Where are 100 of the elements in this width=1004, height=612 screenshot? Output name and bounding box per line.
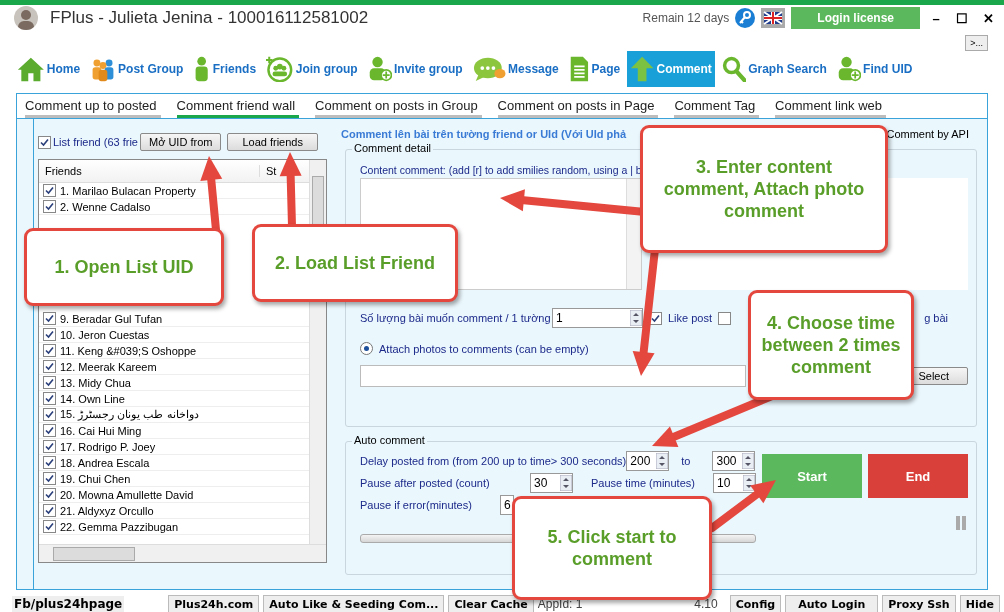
more-button[interactable]: >... [965, 35, 988, 51]
nav-tab[interactable]: Graph Search [718, 51, 830, 87]
checkbox[interactable] [43, 184, 56, 197]
scrollbar[interactable] [39, 544, 326, 562]
nav-tab[interactable]: Find UID [833, 51, 916, 87]
version: 4.10 [694, 597, 718, 611]
step-tooltip: 3. Enter content comment, Attach photo comment [640, 125, 888, 253]
attach-label: Attach photos to comments (can be empty) [379, 342, 589, 355]
checkbox[interactable] [43, 472, 56, 485]
friend-name: 18. Andrea Escala [59, 456, 150, 469]
friend-name: 11. Keng &#039;S Oshoppe [59, 344, 197, 357]
person-icon [193, 56, 211, 82]
checkbox[interactable] [43, 504, 56, 517]
spin-arrows-icon[interactable] [743, 475, 755, 491]
checkbox[interactable] [43, 408, 56, 421]
pause-after-label: Pause after posted (count) [360, 477, 491, 489]
checkbox[interactable] [43, 328, 56, 341]
checkbox[interactable] [43, 424, 56, 437]
friend-name: 1. Marilao Bulacan Property [59, 184, 196, 197]
checkbox[interactable] [43, 376, 56, 389]
checkbox[interactable] [43, 440, 56, 453]
nav-tab[interactable]: Post Group [87, 51, 187, 87]
checkbox[interactable] [38, 135, 51, 149]
status-button[interactable]: Clear Cache [448, 594, 534, 612]
status-button[interactable]: Auto Like & Seeding Com... [263, 594, 445, 612]
window-control[interactable]: ✕ [978, 10, 998, 26]
checkbox[interactable] [43, 456, 56, 469]
file-path-field[interactable] [360, 365, 746, 387]
remain-days: Remain 12 days [642, 11, 730, 25]
friend-name: 15. دواخانه طب یونان رجسٹرڑ [59, 408, 199, 421]
nav-tab[interactable]: Message [469, 51, 562, 87]
number-field[interactable]: 6 [500, 495, 514, 515]
step-tooltip: 2. Load List Friend [252, 224, 458, 302]
checkbox[interactable] [43, 312, 56, 325]
spin-arrows-icon[interactable] [656, 453, 669, 469]
avatar [14, 6, 38, 30]
checkbox[interactable] [43, 360, 56, 373]
step-tooltip: 1. Open List UID [24, 228, 224, 306]
friend-name: 17. Rodrigo P. Joey [59, 440, 156, 453]
friend-name: 21. Aldyxyz Orcullo [59, 504, 154, 517]
friend-name: 10. Jeron Cuestas [59, 328, 150, 341]
nav-tab[interactable]: Join group [263, 51, 361, 87]
checkbox[interactable] [43, 344, 56, 357]
checkbox[interactable] [43, 200, 56, 213]
status-button[interactable]: Plus24h.com [168, 594, 260, 612]
window-control[interactable]: – [926, 10, 946, 26]
house-icon [17, 56, 45, 82]
option-label: g bài [924, 312, 948, 324]
friend-name: 22. Gemma Pazzibugan [59, 520, 178, 533]
status-button[interactable]: Proxy Ssh [882, 594, 956, 612]
document-icon [568, 56, 590, 82]
status-button[interactable]: Config [729, 594, 782, 612]
load-friends-button[interactable]: Load friends [227, 133, 318, 151]
friend-name: 20. Mowna Amullette David [59, 488, 194, 501]
pause-time-label: Pause time (minutes) [591, 477, 696, 489]
radio-button[interactable] [360, 342, 373, 355]
friend-name: 12. Meerak Kareem [59, 360, 157, 373]
friend-name: 19. Chui Chen [59, 472, 131, 485]
up-arrow-icon [630, 56, 655, 82]
step-tooltip: 5. Click start to comment [512, 496, 712, 600]
nav-tab[interactable]: Invite group [364, 51, 466, 87]
checkbox[interactable] [43, 488, 56, 501]
status-button[interactable]: Auto Login [785, 594, 879, 612]
delay-label: Delay posted from (from 200 up to time> 300 seconds) [360, 455, 627, 467]
window-title: FPlus - Julieta Jenina - 100016112581002 [50, 8, 370, 28]
nav-tab[interactable]: Home [14, 51, 84, 87]
group-legend: Comment detail [352, 142, 434, 154]
search-icon [721, 56, 747, 82]
step-tooltip: 4. Choose time between 2 times comment [748, 290, 914, 400]
open-uid-button[interactable]: Mở UID from [140, 133, 222, 151]
friend-name: 13. Midy Chua [59, 376, 131, 389]
friend-name: 2. Wenne Cadalso [59, 200, 151, 213]
key-icon[interactable] [735, 8, 756, 28]
end-button[interactable]: End [868, 454, 968, 498]
spin-arrows-icon[interactable] [630, 310, 642, 326]
window-control[interactable]: ☐ [952, 10, 972, 26]
number-field[interactable]: 200 [626, 451, 670, 471]
spin-arrows-icon[interactable] [742, 453, 755, 469]
nav-tab[interactable]: Friends [190, 51, 260, 87]
number-field[interactable]: 30 [530, 473, 573, 493]
number-field[interactable]: 10 [713, 473, 756, 493]
person-plus-icon [367, 56, 392, 82]
number-field[interactable]: 1 [552, 308, 643, 328]
checkbox[interactable] [718, 311, 732, 325]
status-button[interactable]: Hide [959, 594, 1000, 612]
flag-icon[interactable] [761, 8, 786, 28]
nav-tab[interactable]: Page [565, 51, 624, 87]
checkbox[interactable] [43, 520, 56, 533]
pause-error-label: Pause if error(minutes) [360, 499, 473, 511]
list-friend-label: List friend (63 frie [53, 136, 138, 148]
friend-name: 14. Own Line [59, 392, 125, 405]
like-post-label: Like post [668, 312, 713, 324]
checkbox[interactable] [43, 392, 56, 405]
number-field[interactable]: 300 [712, 451, 756, 471]
page-link[interactable]: Fb/plus24hpage [12, 596, 125, 612]
to-label: to [681, 455, 691, 467]
spin-arrows-icon[interactable] [560, 475, 572, 491]
comment-by-api-label: Comment by API [886, 128, 969, 140]
speech-bubble-icon [472, 56, 507, 82]
group-legend: Auto comment [352, 434, 427, 446]
